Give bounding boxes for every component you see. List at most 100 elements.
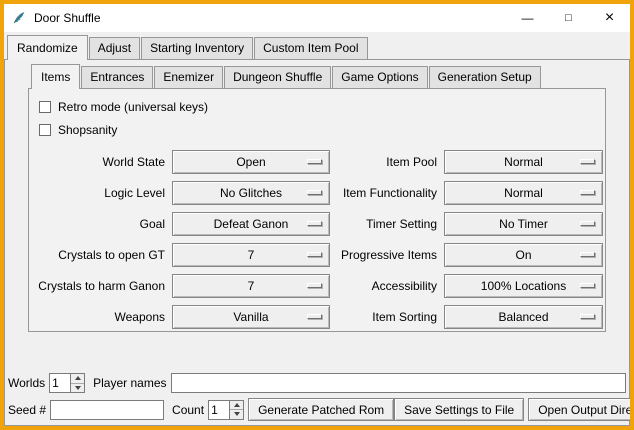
- items-tab-pane: Retro mode (universal keys) Shopsanity W…: [28, 88, 606, 332]
- tab-dungeon-shuffle[interactable]: Dungeon Shuffle: [224, 66, 331, 88]
- crystals-harm-ganon-dropdown[interactable]: 7: [172, 274, 330, 298]
- options-grid: World State Open Item Pool Normal Logic …: [37, 150, 599, 329]
- goal-dropdown[interactable]: Defeat Ganon: [172, 212, 330, 236]
- dropdown-value: 7: [248, 248, 255, 262]
- dropdown-value: 7: [248, 279, 255, 293]
- dropdown-indicator-icon: [307, 314, 322, 319]
- arrow-down-icon: [234, 412, 240, 416]
- crystals-open-gt-label: Crystals to open GT: [37, 243, 167, 267]
- timer-setting-dropdown[interactable]: No Timer: [444, 212, 603, 236]
- shopsanity-checkbox[interactable]: Shopsanity: [39, 123, 599, 137]
- count-spinner: [208, 400, 244, 420]
- dropdown-value: On: [515, 248, 531, 262]
- seed-row: Seed # Count Generate Patched Rom Save S…: [8, 398, 626, 421]
- item-pool-dropdown[interactable]: Normal: [444, 150, 603, 174]
- dropdown-value: 100% Locations: [481, 279, 566, 293]
- inner-notebook: Items Entrances Enemizer Dungeon Shuffle…: [28, 64, 606, 332]
- dropdown-indicator-icon: [580, 252, 595, 257]
- dropdown-indicator-icon: [307, 221, 322, 226]
- dropdown-value: Open: [236, 155, 265, 169]
- save-settings-button[interactable]: Save Settings to File: [394, 398, 524, 421]
- retro-mode-checkbox[interactable]: Retro mode (universal keys): [39, 100, 599, 114]
- dropdown-value: No Glitches: [220, 186, 282, 200]
- accessibility-label: Accessibility: [335, 274, 439, 298]
- player-names-input[interactable]: [171, 373, 627, 393]
- dropdown-indicator-icon: [580, 190, 595, 195]
- dropdown-value: Normal: [504, 186, 543, 200]
- generate-patched-rom-button[interactable]: Generate Patched Rom: [248, 398, 394, 421]
- item-functionality-label: Item Functionality: [335, 181, 439, 205]
- worlds-spinner: [49, 373, 85, 393]
- tab-randomize[interactable]: Randomize: [7, 35, 88, 60]
- dropdown-value: No Timer: [499, 217, 548, 231]
- item-pool-label: Item Pool: [335, 150, 439, 174]
- dropdown-indicator-icon: [307, 283, 322, 288]
- maximize-button[interactable]: □: [548, 4, 589, 32]
- tab-game-options[interactable]: Game Options: [332, 66, 427, 88]
- dropdown-value: Normal: [504, 155, 543, 169]
- logic-level-dropdown[interactable]: No Glitches: [172, 181, 330, 205]
- progressive-items-dropdown[interactable]: On: [444, 243, 603, 267]
- checkbox-label: Shopsanity: [58, 123, 117, 137]
- dropdown-indicator-icon: [580, 159, 595, 164]
- titlebar: Door Shuffle — □ ×: [4, 4, 630, 32]
- caption-buttons: — □ ×: [507, 4, 630, 32]
- tab-enemizer[interactable]: Enemizer: [154, 66, 223, 88]
- tab-generation-setup[interactable]: Generation Setup: [429, 66, 541, 88]
- tab-adjust[interactable]: Adjust: [89, 37, 140, 59]
- progressive-items-label: Progressive Items: [335, 243, 439, 267]
- window-title: Door Shuffle: [34, 11, 101, 25]
- goal-label: Goal: [37, 212, 167, 236]
- seed-label: Seed #: [8, 403, 46, 417]
- seed-input[interactable]: [50, 400, 164, 420]
- dropdown-indicator-icon: [580, 221, 595, 226]
- dropdown-value: Defeat Ganon: [214, 217, 289, 231]
- weapons-dropdown[interactable]: Vanilla: [172, 305, 330, 329]
- minimize-button[interactable]: —: [507, 4, 548, 32]
- item-sorting-label: Item Sorting: [335, 305, 439, 329]
- tab-entrances[interactable]: Entrances: [81, 66, 153, 88]
- arrow-up-icon: [75, 376, 81, 380]
- count-label: Count: [172, 403, 204, 417]
- outer-tab-row: Randomize Adjust Starting Inventory Cust…: [4, 35, 630, 59]
- dropdown-indicator-icon: [307, 252, 322, 257]
- app-icon: [11, 10, 27, 26]
- dropdown-indicator-icon: [580, 283, 595, 288]
- tab-starting-inventory[interactable]: Starting Inventory: [141, 37, 253, 59]
- inner-tab-row: Items Entrances Enemizer Dungeon Shuffle…: [28, 64, 606, 88]
- arrow-down-icon: [75, 386, 81, 390]
- checkbox-box-icon: [39, 101, 51, 113]
- accessibility-dropdown[interactable]: 100% Locations: [444, 274, 603, 298]
- count-spin-buttons: [229, 401, 243, 419]
- open-output-directory-button[interactable]: Open Output Directory: [528, 398, 634, 421]
- item-functionality-dropdown[interactable]: Normal: [444, 181, 603, 205]
- randomize-tab-pane: Items Entrances Enemizer Dungeon Shuffle…: [4, 59, 630, 426]
- tab-custom-item-pool[interactable]: Custom Item Pool: [254, 37, 367, 59]
- player-names-label: Player names: [93, 376, 166, 390]
- door-shuffle-window: Door Shuffle — □ × Randomize Adjust Star…: [0, 0, 634, 430]
- dropdown-value: Balanced: [498, 310, 548, 324]
- spin-down-button[interactable]: [71, 384, 84, 393]
- item-sorting-dropdown[interactable]: Balanced: [444, 305, 603, 329]
- close-button[interactable]: ×: [589, 4, 630, 32]
- timer-setting-label: Timer Setting: [335, 212, 439, 236]
- world-state-dropdown[interactable]: Open: [172, 150, 330, 174]
- crystals-open-gt-dropdown[interactable]: 7: [172, 243, 330, 267]
- spin-up-button[interactable]: [71, 374, 84, 384]
- crystals-harm-ganon-label: Crystals to harm Ganon: [37, 274, 167, 298]
- spin-down-button[interactable]: [230, 410, 243, 419]
- dropdown-indicator-icon: [580, 314, 595, 319]
- checkbox-label: Retro mode (universal keys): [58, 100, 208, 114]
- checkbox-box-icon: [39, 124, 51, 136]
- worlds-label: Worlds: [8, 376, 45, 390]
- weapons-label: Weapons: [37, 305, 167, 329]
- world-state-label: World State: [37, 150, 167, 174]
- worlds-spin-buttons: [70, 374, 84, 392]
- dropdown-indicator-icon: [307, 190, 322, 195]
- tab-items[interactable]: Items: [31, 64, 80, 89]
- worlds-input[interactable]: [50, 374, 70, 392]
- count-input[interactable]: [209, 401, 229, 419]
- arrow-up-icon: [234, 403, 240, 407]
- dropdown-indicator-icon: [307, 159, 322, 164]
- spin-up-button[interactable]: [230, 401, 243, 411]
